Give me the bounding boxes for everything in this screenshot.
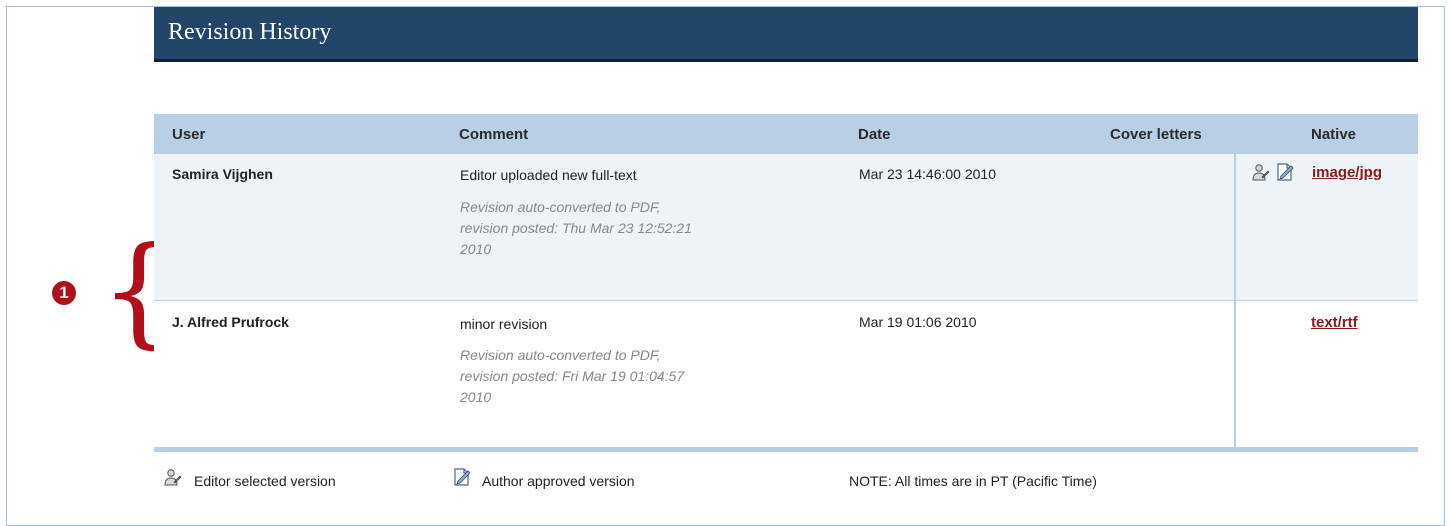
- table-row: [154, 301, 1418, 447]
- table-row: [154, 154, 1418, 300]
- legend-editor-selected: Editor selected version: [194, 473, 336, 489]
- note-line: Revision auto-converted to PDF,: [460, 199, 661, 215]
- row-comment: Editor uploaded new full-text: [460, 167, 637, 183]
- section-header: Revision History: [154, 7, 1418, 62]
- row-comment: minor revision: [460, 316, 548, 332]
- page-title: Revision History: [168, 19, 332, 45]
- author-approved-icon: [454, 468, 471, 486]
- row-user: Samira Vijghen: [172, 166, 273, 182]
- column-header-native: Native: [1311, 126, 1357, 143]
- table-header: User Comment Date Cover letters Native: [154, 114, 1418, 154]
- column-header-date: Date: [858, 126, 891, 143]
- note-line: revision posted: Thu Mar 23 12:52:21: [460, 220, 692, 236]
- note-line: revision posted: Fri Mar 19 01:04:57: [460, 368, 685, 384]
- note-line: Revision auto-converted to PDF,: [460, 347, 661, 363]
- column-header-user: User: [172, 126, 206, 143]
- editor-selected-icon: [1252, 164, 1270, 181]
- legend-author-approved: Author approved version: [482, 473, 635, 489]
- column-divider: [1234, 154, 1236, 447]
- row-user: J. Alfred Prufrock: [172, 314, 289, 330]
- native-file-link[interactable]: image/jpg: [1312, 164, 1382, 181]
- column-header-cover-letters: Cover letters: [1110, 126, 1202, 143]
- row-revision-note: Revision auto-converted to PDF, revision…: [460, 345, 750, 408]
- native-file-link[interactable]: text/rtf: [1311, 314, 1358, 331]
- timezone-note: NOTE: All times are in PT (Pacific Time): [849, 473, 1097, 489]
- note-line: 2010: [460, 241, 492, 257]
- row-date: Mar 23 14:46:00 2010: [859, 166, 996, 182]
- column-header-comment: Comment: [459, 126, 529, 143]
- note-line: 2010: [460, 389, 492, 405]
- editor-selected-icon: [164, 469, 182, 486]
- row-revision-note: Revision auto-converted to PDF, revision…: [460, 197, 750, 260]
- table-bottom-border: [154, 447, 1418, 452]
- row-date: Mar 19 01:06 2010: [859, 314, 977, 330]
- author-approved-icon: [1277, 163, 1294, 181]
- annotation-marker: 1: [52, 281, 76, 305]
